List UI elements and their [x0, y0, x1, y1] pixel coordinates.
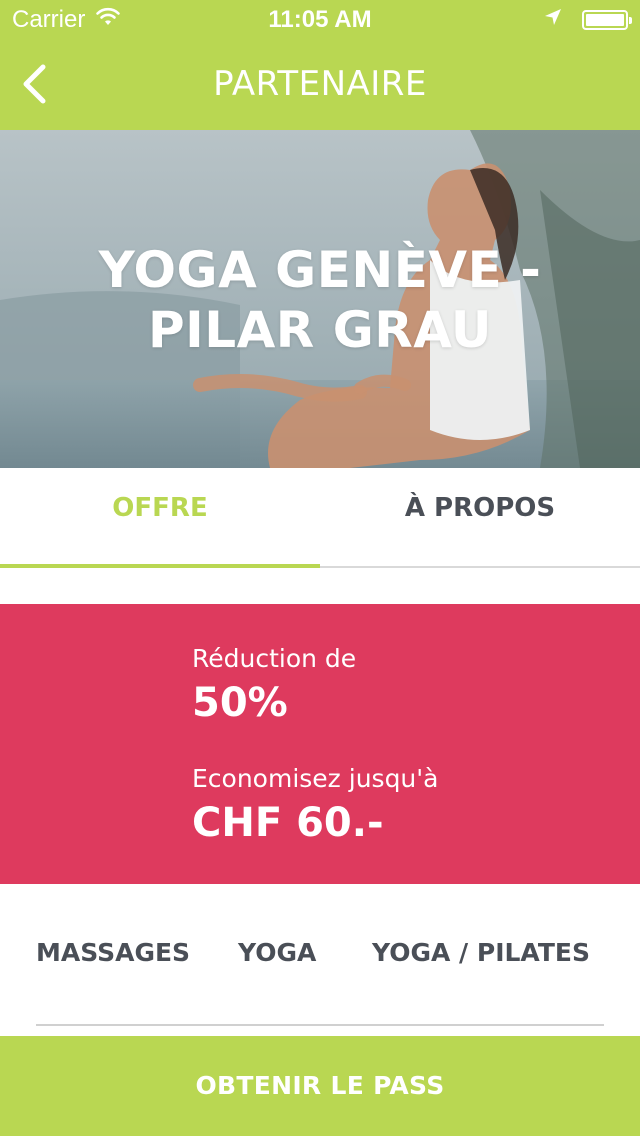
status-bar: Carrier 11:05 AM — [0, 0, 640, 40]
tab-a-propos[interactable]: À PROPOS — [320, 468, 640, 566]
status-right — [544, 8, 632, 31]
page-title: PARTENAIRE — [213, 64, 427, 104]
category-massages[interactable]: MASSAGES — [36, 938, 190, 967]
category-list: MASSAGES YOGA YOGA / PILATES — [36, 924, 604, 1026]
tab-offre[interactable]: OFFRE — [0, 468, 320, 566]
reduction-label: Réduction de — [192, 644, 357, 673]
partner-screen: Carrier 11:05 AM PARTENAIRE YOGA GENÈVE … — [0, 0, 640, 1136]
savings-value: CHF 60.- — [192, 800, 384, 846]
battery-icon — [582, 9, 632, 30]
offer-card: Réduction de 50% Economisez jusqu'à CHF … — [0, 604, 640, 884]
category-yoga[interactable]: YOGA — [238, 938, 316, 967]
active-tab-indicator — [0, 564, 320, 568]
category-yoga-pilates[interactable]: YOGA / PILATES — [372, 938, 590, 967]
tab-bar: OFFRE À PROPOS — [0, 468, 640, 568]
hero-banner: YOGA GENÈVE - PILAR GRAU — [0, 130, 640, 468]
partner-name-title: YOGA GENÈVE - PILAR GRAU — [98, 241, 542, 359]
nav-bar: PARTENAIRE — [0, 40, 640, 130]
header: Carrier 11:05 AM PARTENAIRE — [0, 0, 640, 130]
location-arrow-icon — [544, 8, 562, 31]
savings-label: Economisez jusqu'à — [192, 764, 439, 793]
get-pass-button[interactable]: OBTENIR LE PASS — [0, 1036, 640, 1136]
reduction-value: 50% — [192, 680, 288, 726]
